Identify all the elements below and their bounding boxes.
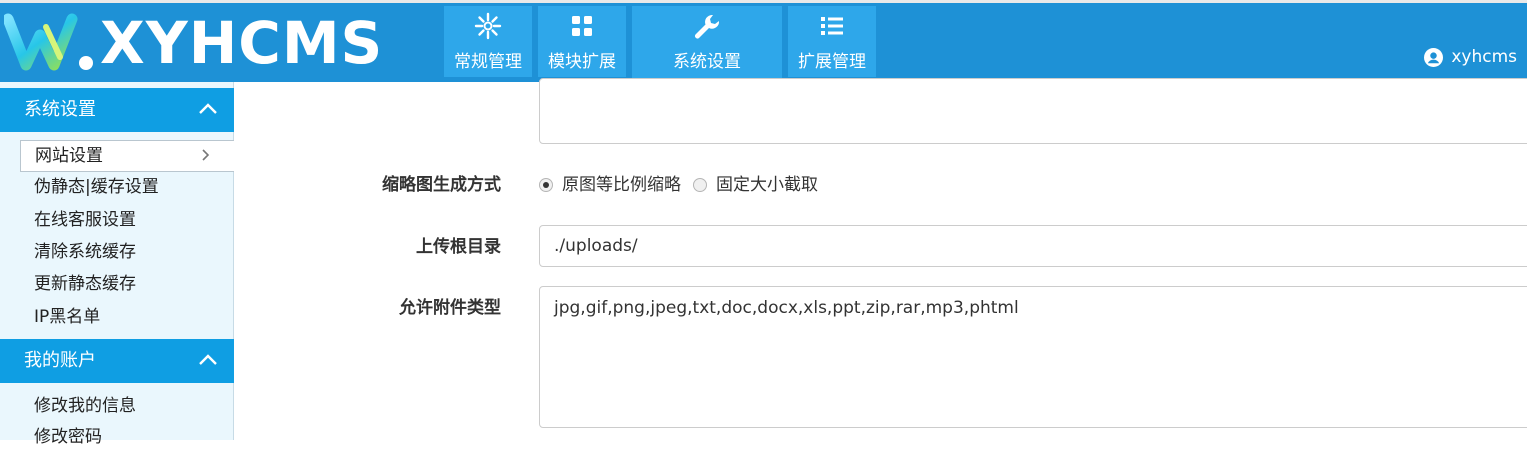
sidebar-item-update-static-cache[interactable]: 更新静态缓存 <box>34 272 136 296</box>
list-icon <box>821 17 843 35</box>
sidebar-section-system-settings[interactable]: 系统设置 <box>0 88 234 132</box>
user-circle-icon <box>1424 47 1444 67</box>
radio-fixed-crop-label[interactable]: 固定大小截取 <box>716 174 818 196</box>
radio-fixed-crop[interactable] <box>693 178 707 192</box>
sidebar-item-label: 网站设置 <box>35 146 103 166</box>
sidebar-item-clear-cache[interactable]: 清除系统缓存 <box>34 240 136 264</box>
nav-tab-extensions[interactable]: 扩展管理 <box>788 6 876 77</box>
thumb-mode-radio-group: 原图等比例缩略 固定大小截取 <box>539 174 830 196</box>
sidebar-item-online-service[interactable]: 在线客服设置 <box>34 208 136 232</box>
upload-dir-input[interactable]: ./uploads/ <box>539 225 1527 267</box>
sidebar-item-change-password[interactable]: 修改密码 <box>34 425 102 449</box>
grid-icon <box>572 16 592 36</box>
user-menu[interactable]: xyhcms <box>1424 46 1517 68</box>
allowed-types-label: 允许附件类型 <box>399 298 501 318</box>
nav-tab-label: 扩展管理 <box>798 52 866 72</box>
brand-logo[interactable]: XYHCMS <box>4 13 440 73</box>
nav-tab-label: 模块扩展 <box>548 52 616 72</box>
upload-dir-label: 上传根目录 <box>416 237 501 257</box>
settings-sun-icon <box>474 12 502 40</box>
sidebar-item-ip-blacklist[interactable]: IP黑名单 <box>34 305 100 329</box>
sidebar: 系统设置 网站设置 伪静态|缓存设置 在线客服设置 清除系统缓存 更新静态缓存 … <box>0 82 234 447</box>
top-header: XYHCMS 常规管理 模块扩展 系统设置 扩展管理 xyhcms <box>0 0 1527 85</box>
sidebar-item-site-settings[interactable]: 网站设置 <box>20 140 234 172</box>
radio-proportional-label[interactable]: 原图等比例缩略 <box>562 174 681 196</box>
chevron-up-icon <box>199 103 217 114</box>
nav-tab-modules[interactable]: 模块扩展 <box>538 6 626 77</box>
wrench-icon <box>695 15 720 39</box>
settings-form: 缩略图生成方式 原图等比例缩略 固定大小截取 上传根目录 ./uploads/ … <box>235 78 1527 440</box>
sidebar-item-rewrite-cache[interactable]: 伪静态|缓存设置 <box>34 175 159 199</box>
sidebar-item-edit-profile[interactable]: 修改我的信息 <box>34 394 136 418</box>
allowed-types-textarea[interactable]: jpg,gif,png,jpeg,txt,doc,docx,xls,ppt,zi… <box>539 286 1527 428</box>
radio-proportional[interactable] <box>539 178 553 192</box>
logo-text: XYHCMS <box>100 9 384 77</box>
nav-tab-general[interactable]: 常规管理 <box>444 6 532 77</box>
sidebar-section-title: 系统设置 <box>24 99 96 120</box>
logo-mark-icon <box>4 13 93 71</box>
chevron-up-icon <box>199 354 217 365</box>
nav-tab-label: 系统设置 <box>673 52 741 72</box>
sidebar-section-title: 我的账户 <box>24 350 96 371</box>
chevron-right-icon <box>202 149 210 161</box>
previous-textarea[interactable] <box>539 78 1527 144</box>
username: xyhcms <box>1451 47 1517 67</box>
nav-tab-label: 常规管理 <box>454 52 522 72</box>
thumb-mode-label: 缩略图生成方式 <box>382 175 501 195</box>
sidebar-section-my-account[interactable]: 我的账户 <box>0 339 234 383</box>
nav-tab-system-settings[interactable]: 系统设置 <box>632 6 782 85</box>
